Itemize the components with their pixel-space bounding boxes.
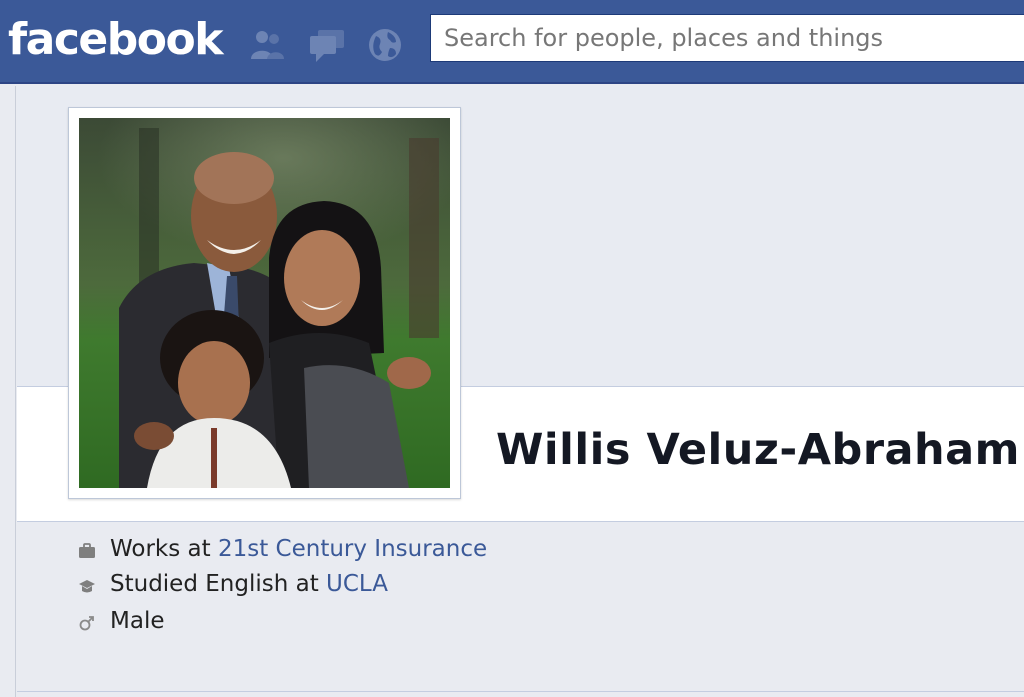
- top-navigation-bar: facebook: [0, 0, 1024, 84]
- notifications-globe-icon[interactable]: [366, 26, 404, 64]
- education-prefix: Studied English at: [110, 571, 327, 597]
- gender-text: Male: [110, 608, 165, 634]
- male-symbol-icon: [78, 612, 96, 631]
- messages-icon[interactable]: [308, 26, 346, 64]
- profile-name[interactable]: Willis Veluz-Abraham: [496, 425, 1020, 475]
- search-input[interactable]: [431, 15, 1024, 61]
- work-link[interactable]: 21st Century Insurance: [218, 536, 487, 562]
- graduation-icon: [78, 575, 96, 593]
- profile-picture[interactable]: [79, 118, 450, 488]
- facebook-logo[interactable]: facebook: [8, 14, 223, 65]
- friend-requests-icon[interactable]: [248, 26, 286, 64]
- education-info: Studied English at UCLA: [78, 571, 388, 597]
- left-edge-divider: [0, 86, 16, 697]
- work-prefix: Works at: [110, 536, 218, 562]
- gender-info: Male: [78, 608, 164, 634]
- education-link[interactable]: UCLA: [326, 571, 388, 597]
- briefcase-icon: [78, 540, 96, 558]
- work-info: Works at 21st Century Insurance: [78, 536, 487, 562]
- search-box[interactable]: [430, 14, 1024, 62]
- profile-picture-frame[interactable]: [68, 107, 461, 499]
